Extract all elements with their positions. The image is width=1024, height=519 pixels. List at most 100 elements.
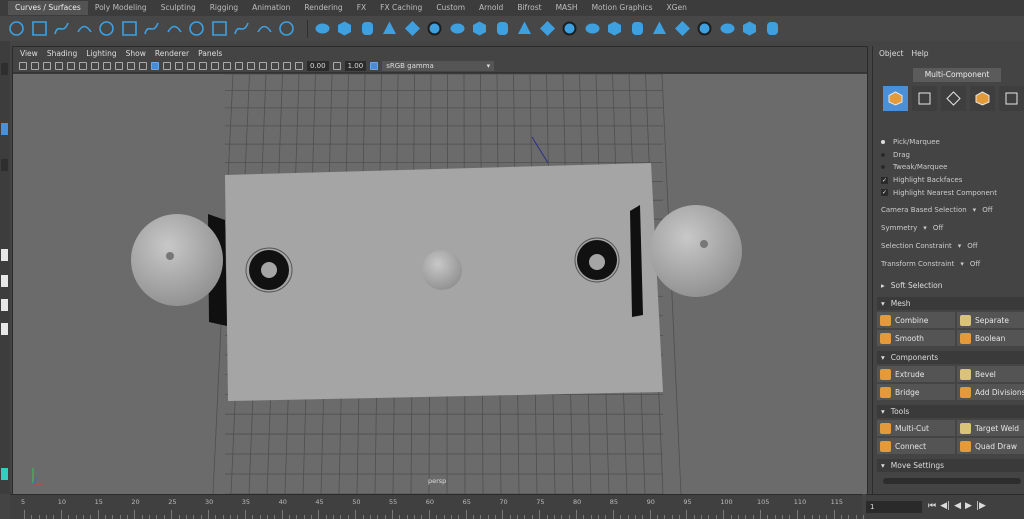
sculpt-icon[interactable] — [719, 20, 736, 37]
ep-curve-icon[interactable] — [76, 20, 93, 37]
bridge-button[interactable]: Bridge — [877, 384, 955, 400]
spiral-curve-icon[interactable] — [166, 20, 183, 37]
shelf-tab-bifrost[interactable]: Bifrost — [510, 1, 548, 15]
panel-menu-shading[interactable]: Shading — [47, 49, 77, 58]
shelf-tab-rigging[interactable]: Rigging — [203, 1, 245, 15]
pencil-curve-icon[interactable] — [98, 20, 115, 37]
radio-button[interactable] — [881, 152, 885, 157]
components-section-header[interactable]: ▾ Components — [877, 351, 1024, 364]
layout-four-icon[interactable] — [1, 275, 8, 287]
option-pick-marquee[interactable]: Pick/Marquee — [881, 136, 997, 149]
circle-curve-icon[interactable] — [8, 20, 25, 37]
bezier-curve-icon[interactable] — [121, 20, 138, 37]
helix-curve-icon[interactable] — [188, 20, 205, 37]
square-curve-icon[interactable] — [31, 20, 48, 37]
rebuild-icon[interactable] — [741, 20, 758, 37]
play-forward-icon[interactable]: ▶ — [965, 501, 972, 511]
wireframe-icon[interactable] — [139, 61, 147, 70]
insert-knot-icon[interactable] — [278, 20, 295, 37]
quad-draw-button[interactable]: Quad Draw — [957, 438, 1024, 454]
toolkit-menu-object[interactable]: Object — [879, 49, 903, 58]
shelf-tab-poly-modeling[interactable]: Poly Modeling — [88, 1, 154, 15]
planar-icon[interactable] — [494, 20, 511, 37]
nurbs-torus-icon[interactable] — [426, 20, 443, 37]
target-weld-button[interactable]: Target Weld — [957, 420, 1024, 436]
step-back-icon[interactable]: ◀ — [954, 501, 961, 511]
boolean-button[interactable]: Boolean — [957, 330, 1024, 346]
smooth-button[interactable]: Smooth — [877, 330, 955, 346]
option-tweak-marquee[interactable]: Tweak/Marquee — [881, 161, 997, 174]
xray-joints-icon[interactable] — [271, 61, 279, 70]
mesh-section-header[interactable]: ▾ Mesh — [877, 297, 1024, 310]
layout-outliner-icon[interactable] — [1, 323, 8, 335]
birail-icon[interactable] — [539, 20, 556, 37]
step-back-key-icon[interactable]: ◀| — [940, 501, 950, 511]
exposure-icon[interactable] — [295, 61, 303, 70]
xray-icon[interactable] — [259, 61, 267, 70]
intersect-icon[interactable] — [651, 20, 668, 37]
camera-based-selection-row[interactable]: Camera Based Selection ▾ Off — [881, 206, 993, 214]
current-frame-field[interactable]: 1 — [866, 501, 922, 513]
rotate-tool-icon[interactable] — [1, 159, 8, 171]
extrude-button[interactable]: Extrude — [877, 366, 955, 382]
gate-mask-icon[interactable] — [103, 61, 111, 70]
option-highlight-backfaces[interactable]: ✓ Highlight Backfaces — [881, 174, 997, 187]
panel-menu-renderer[interactable]: Renderer — [155, 49, 189, 58]
motion-blur-icon[interactable] — [223, 61, 231, 70]
bookmark-icon[interactable] — [43, 61, 51, 70]
radio-button[interactable] — [881, 165, 885, 170]
isolate-select-icon[interactable] — [247, 61, 255, 70]
select-tool-icon[interactable] — [1, 63, 8, 75]
nurbs-plane-icon[interactable] — [404, 20, 421, 37]
nurbs-sphere-icon[interactable] — [314, 20, 331, 37]
shelf-tab-mash[interactable]: MASH — [549, 1, 585, 15]
image-plane-icon[interactable] — [55, 61, 63, 70]
time-slider[interactable]: 5 10 15 20 25 30 35 40 45 50 55 60 65 70 75 80 85 90 95 100… — [10, 494, 901, 519]
nurbs-cylinder-icon[interactable] — [359, 20, 376, 37]
soft-selection-header[interactable]: ▸ Soft Selection — [877, 279, 1024, 292]
film-gate-icon[interactable] — [79, 61, 87, 70]
multi-cut-button[interactable]: Multi-Cut — [877, 420, 955, 436]
gamma-field[interactable]: 1.00 — [344, 60, 367, 71]
go-to-start-icon[interactable]: ⏮ — [928, 501, 936, 511]
shelf-tab-arnold[interactable]: Arnold — [472, 1, 510, 15]
exposure-field[interactable]: 0.00 — [307, 60, 329, 71]
square-surface-icon[interactable] — [584, 20, 601, 37]
symmetry-row[interactable]: Symmetry ▾ Off — [881, 224, 943, 232]
viewport-3d[interactable] — [13, 74, 867, 494]
transform-constraint-row[interactable]: Transform Constraint ▾ Off — [881, 260, 980, 268]
smooth-shade-icon[interactable] — [151, 61, 159, 70]
face-mode-icon[interactable] — [970, 86, 995, 111]
move-tool-icon[interactable] — [1, 123, 8, 135]
shadows-icon[interactable] — [199, 61, 207, 70]
shelf-tab-motion-graphics[interactable]: Motion Graphics — [585, 1, 660, 15]
safe-action-icon[interactable] — [127, 61, 135, 70]
project-curve-icon[interactable] — [629, 20, 646, 37]
shelf-tab-fx-caching[interactable]: FX Caching — [373, 1, 429, 15]
camera-attributes-icon[interactable] — [31, 61, 39, 70]
textured-icon[interactable] — [175, 61, 183, 70]
toolkit-menu-help[interactable]: Help — [911, 49, 928, 58]
uv-mode-icon[interactable] — [999, 86, 1024, 111]
arc-curve-icon[interactable] — [143, 20, 160, 37]
color-management-icon[interactable] — [370, 61, 379, 70]
nurbs-cube-icon[interactable] — [336, 20, 353, 37]
combine-button[interactable]: Combine — [877, 312, 955, 328]
separate-button[interactable]: Separate — [957, 312, 1024, 328]
color-space-dropdown[interactable]: sRGB gamma ▾ — [382, 60, 495, 71]
panel-menu-panels[interactable]: Panels — [198, 49, 222, 58]
multi-component-button[interactable]: Multi-Component — [913, 68, 1001, 82]
trim-icon[interactable] — [674, 20, 691, 37]
boundary-icon[interactable] — [561, 20, 578, 37]
panel-menu-lighting[interactable]: Lighting — [86, 49, 116, 58]
shelf-tab-curves-surfaces[interactable]: Curves / Surfaces — [8, 1, 88, 15]
extrude-surface-icon[interactable] — [516, 20, 533, 37]
cv-curve-icon[interactable] — [53, 20, 70, 37]
resolution-gate-icon[interactable] — [91, 61, 99, 70]
add-divisions-button[interactable]: Add Divisions — [957, 384, 1024, 400]
curve-tool-icon[interactable] — [256, 20, 273, 37]
panel-menu-view[interactable]: View — [20, 49, 38, 58]
move-settings-section-header[interactable]: ▾ Move Settings — [877, 459, 1024, 472]
gamma-icon[interactable] — [332, 61, 341, 70]
grid-toggle-icon[interactable] — [67, 61, 75, 70]
